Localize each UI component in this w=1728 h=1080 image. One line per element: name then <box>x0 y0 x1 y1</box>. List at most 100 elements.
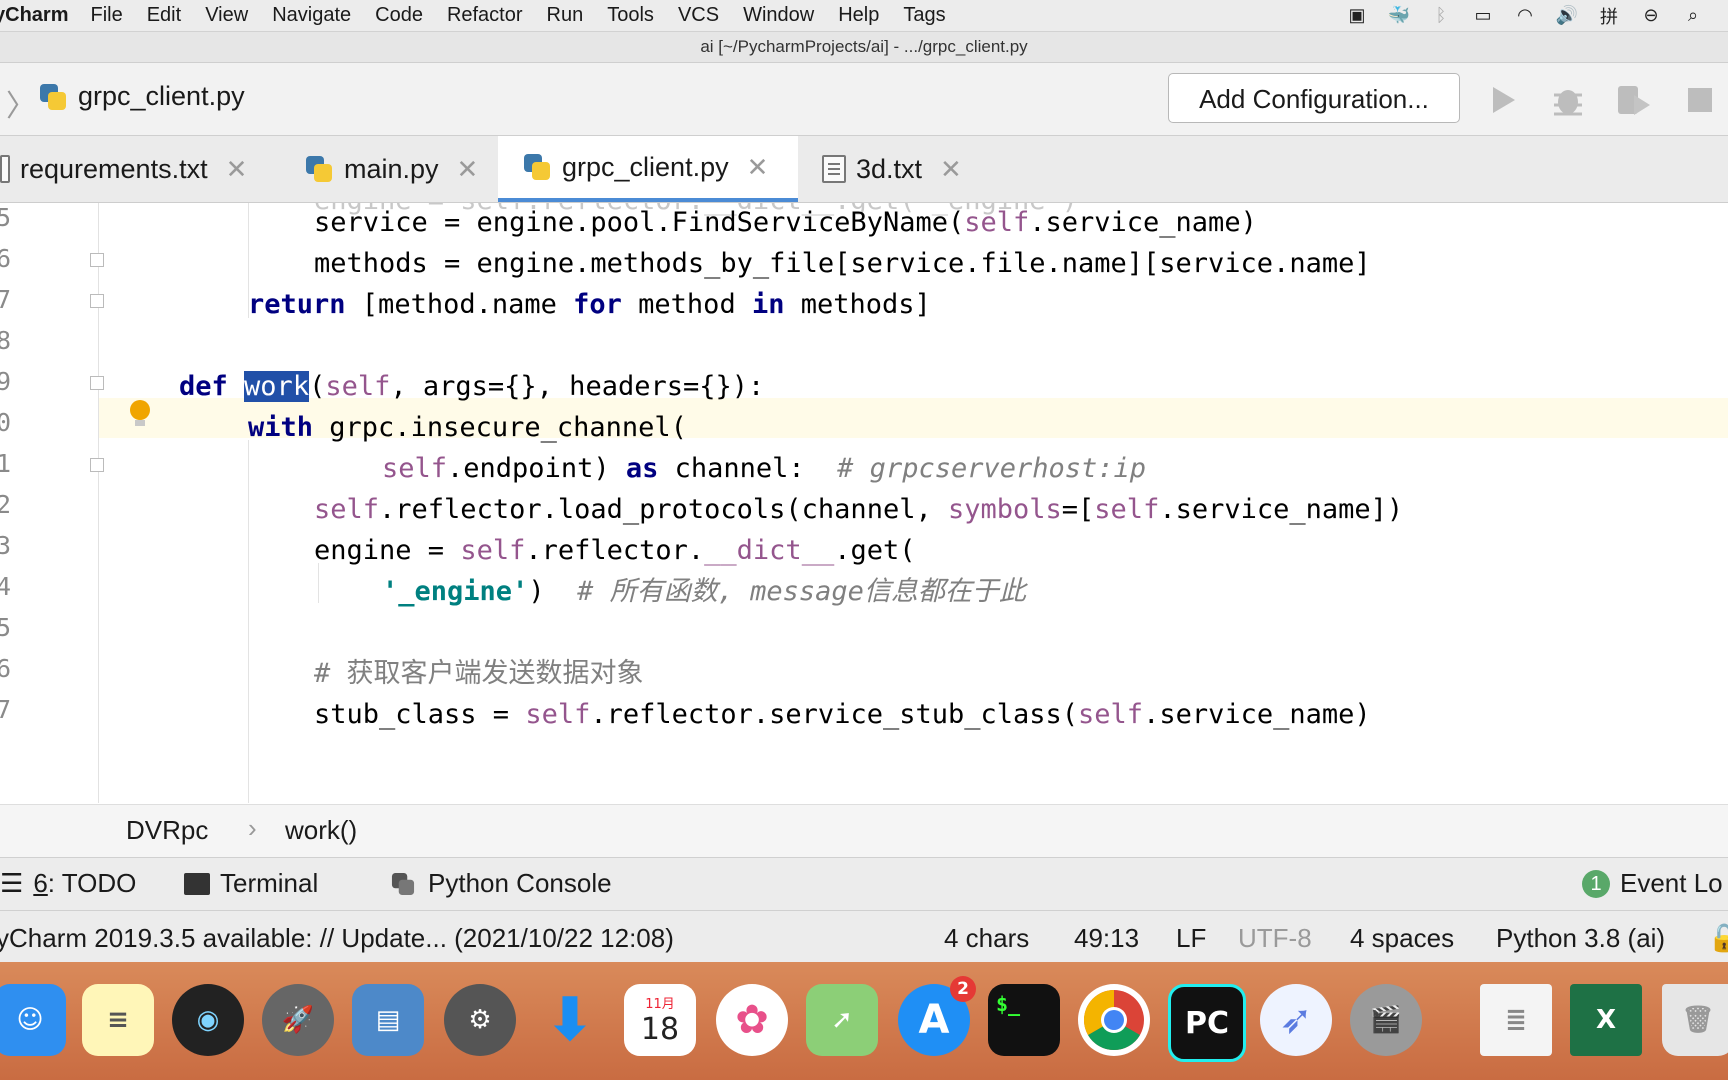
menu-help[interactable]: Help <box>838 4 879 27</box>
breadcrumb-method[interactable]: work() <box>285 815 357 846</box>
notes-icon[interactable]: ≡ <box>82 984 154 1056</box>
preview-icon[interactable]: ▤ <box>352 984 424 1056</box>
terminal-label: Terminal <box>220 868 319 898</box>
close-icon[interactable]: ✕ <box>226 154 248 185</box>
calendar-icon[interactable]: 11月 18 <box>624 984 696 1056</box>
breadcrumb: DVRpc › work() <box>0 804 1728 857</box>
code-line: def work(self, args={}, headers={}): <box>179 371 765 402</box>
debug-icon[interactable] <box>1548 80 1588 120</box>
add-configuration-button[interactable]: Add Configuration... <box>1168 73 1460 123</box>
downloads-icon[interactable]: ⬇ <box>534 984 606 1056</box>
wifi-icon[interactable]: ◠ <box>1512 5 1538 26</box>
indent-guide <box>318 563 319 603</box>
line-number: 2 <box>0 490 12 519</box>
breadcrumb-class[interactable]: DVRpc <box>126 815 208 846</box>
siri-icon[interactable]: ◉ <box>172 984 244 1056</box>
photos-icon[interactable]: ✿ <box>716 984 788 1056</box>
close-icon[interactable]: ✕ <box>940 154 962 185</box>
menu-tools[interactable]: Tools <box>607 4 654 27</box>
fold-marker-icon[interactable] <box>90 458 104 472</box>
code-line: return [method.name for method in method… <box>248 289 931 320</box>
line-number: 7 <box>0 695 12 724</box>
line-number: 0 <box>0 408 12 437</box>
tab-3d-txt[interactable]: 3d.txt ✕ <box>822 136 982 202</box>
excel-file-icon[interactable]: X <box>1570 984 1642 1056</box>
menu-edit[interactable]: Edit <box>147 4 181 27</box>
status-message[interactable]: yCharm 2019.3.5 available: // Update... … <box>0 923 674 954</box>
pycharm-text: PC <box>1184 1005 1229 1041</box>
menu-tags[interactable]: Tags <box>903 4 945 27</box>
screen-record-icon[interactable]: ▣ <box>1344 5 1370 26</box>
run-icon[interactable] <box>1484 80 1524 120</box>
final-cut-icon[interactable]: 🎬 <box>1350 984 1422 1056</box>
fold-marker-icon[interactable] <box>90 253 104 267</box>
close-icon[interactable]: ✕ <box>457 154 479 185</box>
menu-navigate[interactable]: Navigate <box>272 4 351 27</box>
stop-icon[interactable] <box>1680 80 1720 120</box>
docker-icon[interactable]: 🐳 <box>1386 5 1412 26</box>
code-line: methods = engine.methods_by_file[service… <box>314 248 1371 279</box>
app-menu[interactable]: yCharm <box>0 4 68 27</box>
swift-bird-icon[interactable]: ➶ <box>1260 984 1332 1056</box>
tool-window-bar: ☰ 6: TODO Terminal Python Console 1 Even… <box>0 857 1728 910</box>
todo-tool-button[interactable]: ☰ 6: TODO <box>0 868 136 899</box>
menu-window[interactable]: Window <box>743 4 814 27</box>
trash-icon[interactable]: 🗑 <box>1662 984 1728 1056</box>
terminal-app-text: $_ <box>996 992 1021 1016</box>
file-encoding[interactable]: UTF-8 <box>1238 923 1312 954</box>
lock-icon[interactable]: 🔓 <box>1708 923 1728 954</box>
terminal-tool-button[interactable]: Terminal <box>184 868 318 899</box>
python-file-icon <box>38 82 68 112</box>
caret-position[interactable]: 49:13 <box>1074 923 1139 954</box>
fold-marker-icon[interactable] <box>90 376 104 390</box>
run-with-coverage-icon[interactable] <box>1614 80 1654 120</box>
menu-refactor[interactable]: Refactor <box>447 4 523 27</box>
python-console-label: Python Console <box>428 868 612 898</box>
launchpad-icon[interactable]: 🚀 <box>262 984 334 1056</box>
tab-grpc-client-py[interactable]: grpc_client.py ✕ <box>498 136 798 202</box>
app-store-icon[interactable]: A 2 <box>898 976 976 1056</box>
python-file-icon <box>304 154 334 184</box>
battery-icon[interactable]: ▭ <box>1470 5 1496 26</box>
indent-setting[interactable]: 4 spaces <box>1350 923 1454 954</box>
code-line: '_engine') # 所有函数, message信息都在于此 <box>382 576 1026 607</box>
bluetooth-icon[interactable]: ᛒ <box>1428 5 1454 26</box>
pycharm-icon[interactable]: PC <box>1168 984 1246 1062</box>
code-line: stub_class = self.reflector.service_stub… <box>314 699 1371 730</box>
tab-requrements-txt[interactable]: requrements.txt ✕ <box>0 136 278 202</box>
calendar-month: 11月 <box>645 997 675 1012</box>
fold-marker-icon[interactable] <box>90 294 104 308</box>
editor-tabs: requrements.txt ✕ main.py ✕ grpc_client.… <box>0 136 1728 203</box>
chrome-icon[interactable] <box>1078 984 1150 1056</box>
system-preferences-icon[interactable]: ⚙ <box>444 984 516 1056</box>
do-not-disturb-icon[interactable]: ⊖ <box>1638 5 1664 26</box>
menu-code[interactable]: Code <box>375 4 423 27</box>
input-method-icon[interactable]: 拼 <box>1596 6 1622 27</box>
menu-vcs[interactable]: VCS <box>678 4 719 27</box>
menu-run[interactable]: Run <box>547 4 584 27</box>
finder-icon[interactable]: ☺ <box>0 984 66 1056</box>
terminal-app-icon[interactable]: $_ <box>988 984 1060 1056</box>
nav-chevron-icon[interactable]: 〉 <box>6 81 36 125</box>
nav-file-crumb[interactable]: grpc_client.py <box>38 81 245 112</box>
code-line: # 获取客户端发送数据对象 <box>314 658 644 690</box>
menu-file[interactable]: File <box>90 4 122 27</box>
line-separator[interactable]: LF <box>1176 923 1206 954</box>
text-file-icon <box>0 155 10 183</box>
terminal-icon <box>184 872 210 895</box>
maps-icon[interactable]: ➚ <box>806 984 878 1056</box>
spotlight-search-icon[interactable]: ⌕ <box>1680 5 1706 26</box>
line-number: 8 <box>0 326 12 355</box>
code-editor[interactable]: 5 6 7 8 9 0 1 2 3 4 5 6 7 engine = self.… <box>0 203 1728 803</box>
close-icon[interactable]: ✕ <box>747 152 769 183</box>
tab-main-py[interactable]: main.py ✕ <box>304 136 482 202</box>
menu-view[interactable]: View <box>205 4 248 27</box>
document-icon[interactable]: ≣ <box>1480 984 1552 1056</box>
calendar-day: 18 <box>640 1012 680 1047</box>
python-console-tool-button[interactable]: Python Console <box>388 868 612 899</box>
intention-bulb-icon[interactable] <box>128 399 152 429</box>
event-log-tool-button[interactable]: 1 Event Lo <box>1582 868 1723 899</box>
python-interpreter[interactable]: Python 3.8 (ai) <box>1496 923 1665 954</box>
volume-icon[interactable]: 🔊 <box>1554 5 1580 26</box>
code-comment: 信息都在于此 <box>863 576 1026 607</box>
